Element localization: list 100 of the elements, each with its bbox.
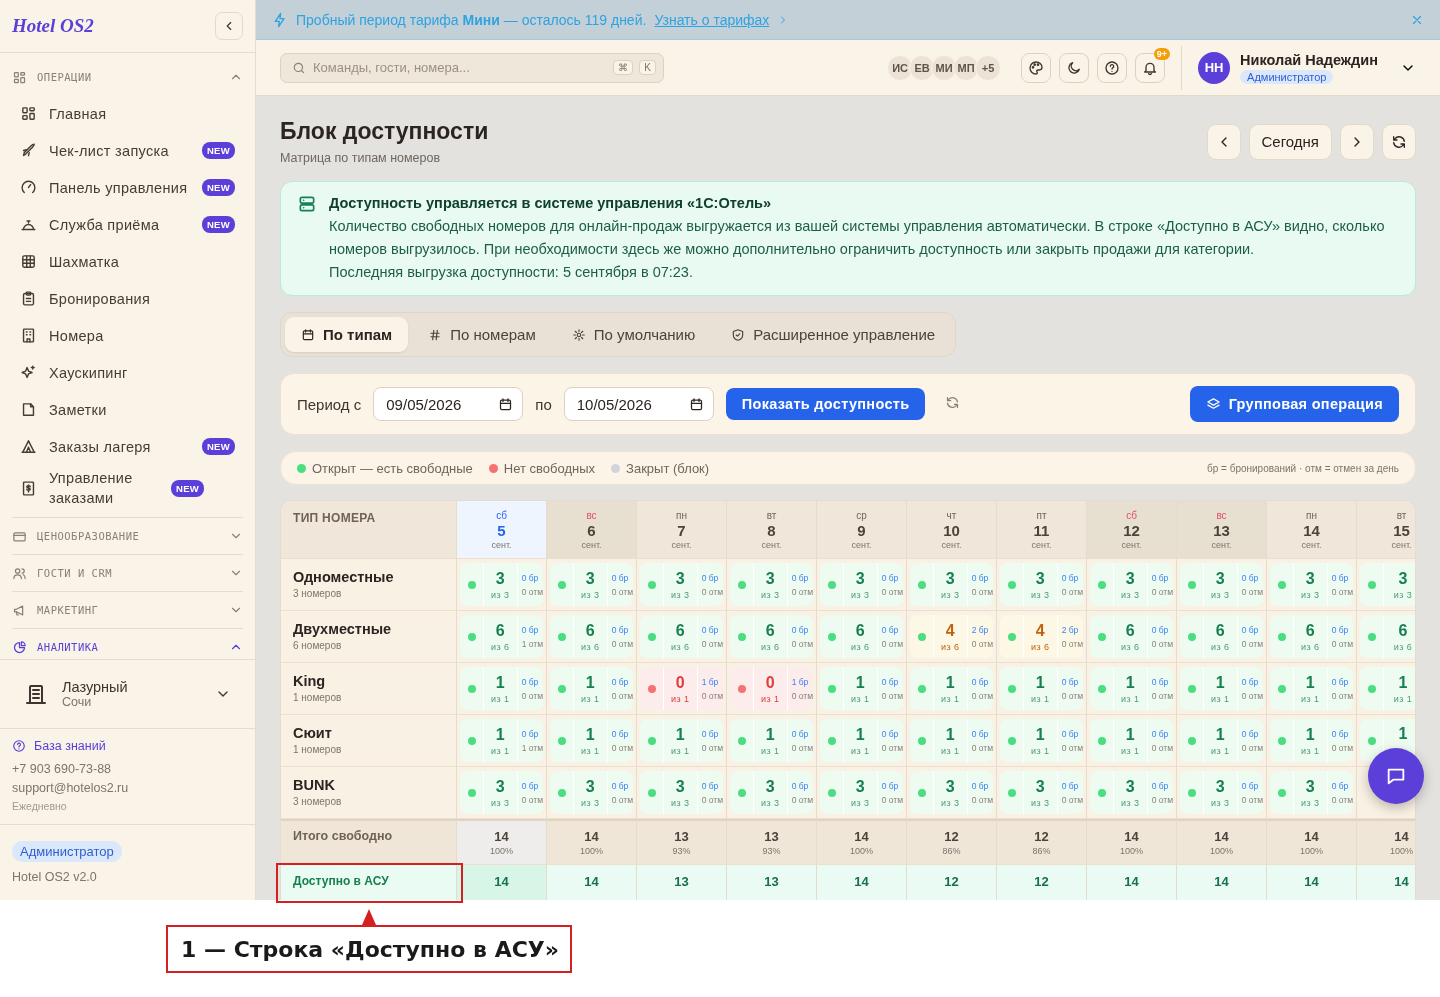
availability-cell[interactable]: 6 из 6 <box>1360 615 1415 658</box>
availability-cell[interactable]: 1 из 1 0 бр 0 отм <box>1180 667 1263 710</box>
total-count: из 3 <box>670 797 690 808</box>
section-header[interactable]: ЦЕНООБРАЗОВАНИЕ <box>12 518 243 554</box>
availability-cell[interactable]: 1 из 1 0 бр 0 отм <box>550 719 633 762</box>
sidebar-item[interactable]: Чек-лист запуска NEW <box>12 132 243 169</box>
today-button[interactable]: Сегодня <box>1248 123 1332 160</box>
section-header[interactable]: ОПЕРАЦИИ <box>12 59 243 95</box>
availability-cell[interactable]: 1 из 1 0 бр 0 отм <box>550 667 633 710</box>
date-header[interactable]: ср 9 сент. <box>817 501 907 559</box>
availability-cell[interactable]: 1 из 1 0 бр 0 отм <box>910 667 993 710</box>
availability-cell[interactable]: 6 из 6 0 бр 0 отм <box>640 615 723 658</box>
availability-cell[interactable]: 0 из 1 1 бр 0 отм <box>640 667 723 710</box>
availability-cell[interactable]: 3 из 3 0 бр 0 отм <box>640 771 723 814</box>
more-users-count[interactable]: +5 <box>975 54 1002 81</box>
availability-cell[interactable]: 3 из 3 0 бр 0 отм <box>730 563 813 606</box>
date-to-field[interactable]: 10/05/2026 <box>563 387 714 421</box>
bookings-count: 0 бр <box>1061 572 1079 583</box>
availability-cell[interactable]: 3 из 3 0 бр 0 отм <box>1270 771 1353 814</box>
view-tab[interactable]: Расширенное управление <box>715 317 952 352</box>
availability-cell[interactable]: 1 из 1 0 бр 0 отм <box>820 719 903 762</box>
availability-cell[interactable]: 1 из 1 0 бр 0 отм <box>1090 719 1173 762</box>
availability-cell[interactable]: 1 из 1 0 бр 1 отм <box>460 719 543 762</box>
availability-cell[interactable]: 3 из 3 0 бр 0 отм <box>1000 563 1083 606</box>
section-header[interactable]: АНАЛИТИКА <box>12 629 243 659</box>
view-tab[interactable]: По номерам <box>412 317 552 352</box>
availability-cell[interactable]: 1 из 1 0 бр 0 отм <box>820 667 903 710</box>
date-header[interactable]: сб 12 сент. <box>1087 501 1177 559</box>
knowledge-base-link[interactable]: База знаний <box>34 739 106 753</box>
date-header[interactable]: вс 13 сент. <box>1177 501 1267 559</box>
availability-cell[interactable]: 3 из 3 0 бр 0 отм <box>730 771 813 814</box>
show-availability-button[interactable]: Показать доступность <box>725 388 926 420</box>
availability-cell[interactable]: 4 из 6 2 бр 0 отм <box>1000 615 1083 658</box>
sidebar-item[interactable]: Управление заказами NEW <box>12 465 243 511</box>
availability-cell[interactable]: 3 из 3 <box>1360 563 1415 606</box>
availability-cell[interactable]: 3 из 3 0 бр 0 отм <box>820 771 903 814</box>
availability-cell[interactable]: 6 из 6 0 бр 0 отм <box>730 615 813 658</box>
availability-cell[interactable]: 3 из 3 0 бр 0 отм <box>820 563 903 606</box>
availability-cell[interactable]: 3 из 3 0 бр 0 отм <box>640 563 723 606</box>
date-header[interactable]: вт 15 сент. <box>1357 501 1415 559</box>
availability-cell[interactable]: 1 из 1 0 бр 0 отм <box>1270 719 1353 762</box>
sidebar-item[interactable]: Панель управления NEW <box>12 169 243 206</box>
availability-cell[interactable]: 3 из 3 0 бр 0 отм <box>460 563 543 606</box>
date-header[interactable]: пн 7 сент. <box>637 501 727 559</box>
user-menu[interactable]: НН Николай Надеждин Администратор <box>1198 51 1416 84</box>
availability-cell[interactable]: 1 из 1 0 бр 0 отм <box>910 719 993 762</box>
date-header[interactable]: пн 14 сент. <box>1267 501 1357 559</box>
availability-cell[interactable]: 1 из 1 0 бр 0 отм <box>1000 667 1083 710</box>
availability-cell[interactable]: 3 из 3 0 бр 0 отм <box>1270 563 1353 606</box>
view-tab[interactable]: По типам <box>285 317 409 352</box>
availability-cell[interactable]: 3 из 3 0 бр 0 отм <box>460 771 543 814</box>
date-header[interactable]: вт 8 сент. <box>727 501 817 559</box>
total-count: из 1 <box>670 745 690 756</box>
availability-cell[interactable]: 4 из 6 2 бр 0 отм <box>910 615 993 658</box>
sidebar-item[interactable]: Хаускипинг <box>12 354 243 391</box>
availability-cell[interactable]: 1 из 1 0 бр 0 отм <box>1180 719 1263 762</box>
section-header[interactable]: МАРКЕТИНГ <box>12 592 243 628</box>
sidebar-item[interactable]: Заметки <box>12 391 243 428</box>
date-header[interactable]: чт 10 сент. <box>907 501 997 559</box>
sidebar-item[interactable]: Бронирования <box>12 280 243 317</box>
availability-cell[interactable]: 3 из 3 0 бр 0 отм <box>1180 771 1263 814</box>
date-header[interactable]: вс 6 сент. <box>547 501 637 559</box>
group-operation-button[interactable]: Групповая операция <box>1189 386 1399 422</box>
availability-cell[interactable]: 3 из 3 0 бр 0 отм <box>1000 771 1083 814</box>
availability-cell[interactable]: 3 из 3 0 бр 0 отм <box>550 771 633 814</box>
sidebar-item[interactable]: Заказы лагеря NEW <box>12 428 243 465</box>
availability-cell[interactable]: 1 из 1 <box>1360 667 1415 710</box>
property-selector[interactable]: Лазурный Сочи <box>0 659 255 728</box>
availability-cell[interactable]: 6 из 6 0 бр 0 отм <box>820 615 903 658</box>
availability-cell[interactable]: 6 из 6 0 бр 0 отм <box>1270 615 1353 658</box>
sidebar-item[interactable]: Главная <box>12 95 243 132</box>
availability-cell[interactable]: 6 из 6 0 бр 0 отм <box>1180 615 1263 658</box>
help-button[interactable] <box>1097 52 1128 83</box>
availability-cell[interactable]: 1 из 1 0 бр 0 отм <box>730 719 813 762</box>
availability-cell[interactable]: 1 из 1 0 бр 0 отм <box>1000 719 1083 762</box>
sidebar-item[interactable]: Шахматка <box>12 243 243 280</box>
date-header[interactable]: пт 11 сент. <box>997 501 1087 559</box>
theme-palette-button[interactable] <box>1021 52 1052 83</box>
availability-cell[interactable]: 3 из 3 0 бр 0 отм <box>1090 563 1173 606</box>
availability-cell[interactable]: 0 из 1 1 бр 0 отм <box>730 667 813 710</box>
sidebar-item[interactable]: Номера <box>12 317 243 354</box>
availability-cell[interactable]: 1 из 1 0 бр 0 отм <box>640 719 723 762</box>
date-header[interactable]: сб 5 сент. <box>457 501 547 559</box>
availability-cell[interactable]: 3 из 3 0 бр 0 отм <box>550 563 633 606</box>
dark-mode-button[interactable] <box>1059 52 1090 83</box>
availability-cell[interactable]: 6 из 6 0 бр 0 отм <box>550 615 633 658</box>
availability-cell[interactable]: 1 из 1 0 бр 0 отм <box>460 667 543 710</box>
sidebar-item[interactable]: Служба приёма NEW <box>12 206 243 243</box>
availability-cell[interactable]: 3 из 3 0 бр 0 отм <box>1180 563 1263 606</box>
availability-cell[interactable]: 3 из 3 0 бр 0 отм <box>910 771 993 814</box>
availability-cell[interactable]: 3 из 3 0 бр 0 отм <box>910 563 993 606</box>
view-tab[interactable]: По умолчанию <box>555 317 712 352</box>
section-header[interactable]: ГОСТИ И CRM <box>12 555 243 591</box>
availability-cell[interactable]: 1 из 1 0 бр 0 отм <box>1090 667 1173 710</box>
availability-cell[interactable]: 3 из 3 0 бр 0 отм <box>1090 771 1173 814</box>
refresh-button[interactable] <box>1382 123 1416 160</box>
date-from-field[interactable]: 09/05/2026 <box>373 387 524 421</box>
availability-cell[interactable]: 6 из 6 0 бр 1 отм <box>460 615 543 658</box>
availability-cell[interactable]: 6 из 6 0 бр 0 отм <box>1090 615 1173 658</box>
availability-cell[interactable]: 1 из 1 0 бр 0 отм <box>1270 667 1353 710</box>
